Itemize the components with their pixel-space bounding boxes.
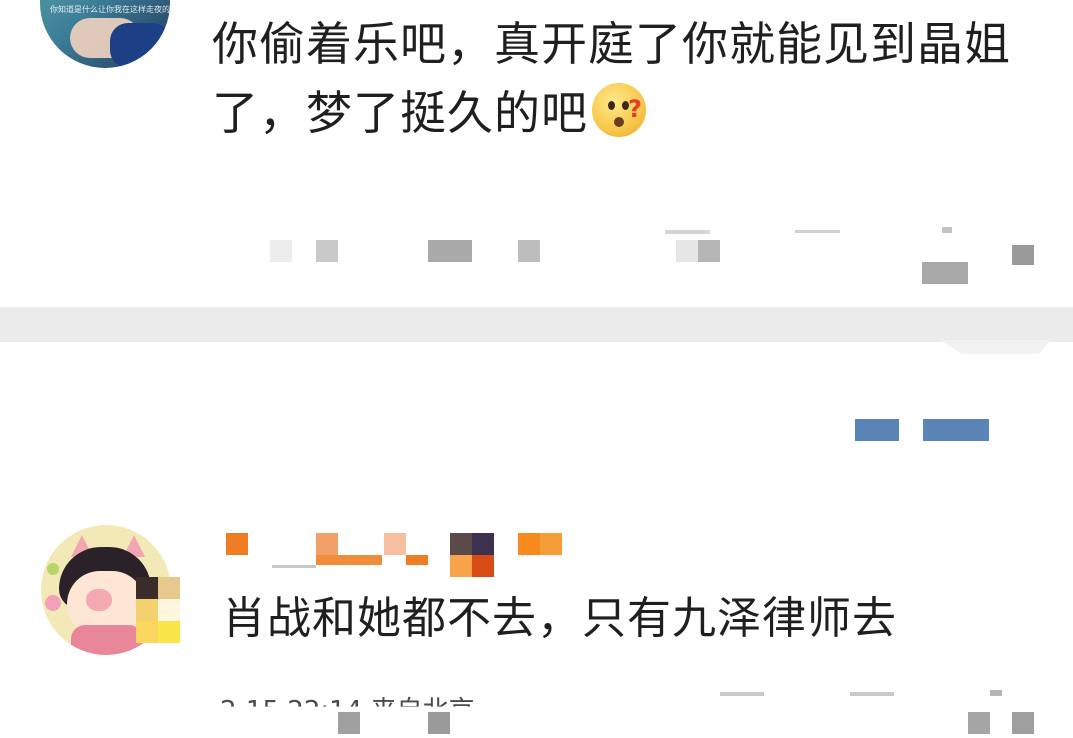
mosaic-block — [428, 240, 472, 262]
mosaic-block — [942, 227, 952, 233]
avatar-decor-leaf — [47, 563, 59, 575]
mosaic-block — [1012, 245, 1034, 265]
mosaic-block — [676, 240, 698, 262]
avatar-caption: 你知道是什么让你我在这样走夜的吗？ — [50, 5, 170, 14]
avatar-pig-nose — [86, 589, 112, 611]
divider-shadow — [940, 340, 1050, 354]
mosaic-block — [922, 262, 968, 284]
mosaic-block — [270, 240, 292, 262]
comment-2-text: 肖战和她都不去，只有九泽律师去 — [222, 593, 897, 644]
mosaic-block — [316, 240, 338, 262]
confused-face-emoji-icon: ? — [592, 83, 646, 137]
avatar-body-shape — [71, 625, 143, 655]
user-avatar-1[interactable]: 你知道是什么让你我在这样走夜的吗？ — [40, 0, 170, 68]
section-divider — [0, 307, 1073, 342]
avatar-decor-flower — [45, 595, 61, 611]
comment-1-text: 你偷着乐吧，真开庭了你就能见到晶姐了，梦了挺久的吧 ? — [212, 10, 1042, 148]
action-button-left[interactable] — [855, 419, 899, 441]
mosaic-block — [698, 240, 720, 262]
action-button-right[interactable] — [923, 419, 989, 441]
mosaic-block — [665, 230, 710, 234]
avatar-shirt-shape — [110, 23, 170, 68]
mosaic-block — [518, 240, 540, 262]
mosaic-block — [795, 230, 840, 233]
